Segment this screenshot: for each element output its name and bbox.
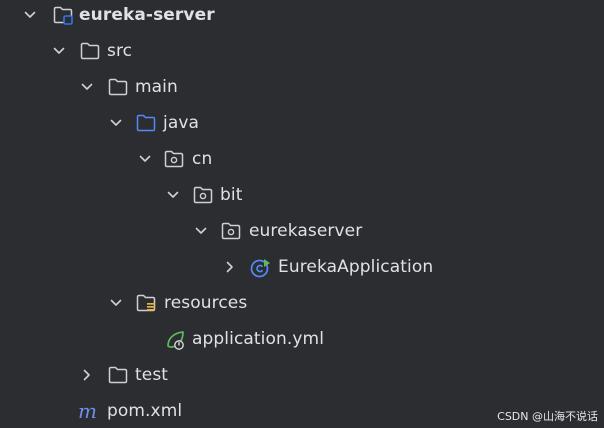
tree-item-label: eurekaserver: [249, 221, 363, 241]
package-icon: [163, 148, 185, 170]
tree-item-label: eureka-server: [79, 5, 215, 25]
package-icon: [192, 184, 214, 206]
tree-item-label: src: [107, 41, 133, 61]
module-folder-icon: [52, 4, 74, 26]
chevron-down-icon[interactable]: [107, 294, 125, 312]
tree-item-java[interactable]: java: [0, 105, 604, 141]
chevron-right-icon[interactable]: [78, 366, 96, 384]
tree-item-label: test: [135, 365, 169, 385]
tree-item-label: application.yml: [192, 329, 325, 349]
chevron-down-icon[interactable]: [78, 78, 96, 96]
tree-item-main[interactable]: main: [0, 69, 604, 105]
source-root-folder-icon: [135, 112, 157, 134]
tree-item-eurekaserver[interactable]: eurekaserver: [0, 213, 604, 249]
chevron-down-icon[interactable]: [107, 114, 125, 132]
tree-item-label: bit: [220, 185, 243, 205]
spring-boot-class-icon: [249, 256, 271, 278]
maven-icon: m: [78, 400, 100, 422]
chevron-down-icon[interactable]: [50, 42, 68, 60]
tree-item-resources[interactable]: resources: [0, 285, 604, 321]
spring-yml-icon: [164, 328, 186, 350]
chevron-down-icon[interactable]: [136, 150, 154, 168]
tree-item-bit[interactable]: bit: [0, 177, 604, 213]
tree-item-label: cn: [192, 149, 213, 169]
tree-item-label: EurekaApplication: [278, 257, 434, 277]
resources-folder-icon: [135, 292, 157, 314]
svg-text:m: m: [78, 400, 97, 422]
chevron-down-icon[interactable]: [21, 6, 39, 24]
folder-icon: [107, 76, 129, 98]
tree-item-label: java: [163, 113, 200, 133]
tree-item-src[interactable]: src: [0, 33, 604, 69]
tree-item-test[interactable]: test: [0, 357, 604, 393]
folder-icon: [107, 364, 129, 386]
tree-item-eureka-application[interactable]: EurekaApplication: [0, 249, 604, 285]
watermark: CSDN @山海不说话: [497, 410, 598, 423]
tree-item-label: resources: [164, 293, 248, 313]
tree-item-application-yml[interactable]: application.yml: [0, 321, 604, 357]
tree-item-eureka-server[interactable]: eureka-server: [0, 0, 604, 33]
chevron-right-icon[interactable]: [221, 258, 239, 276]
tree-item-label: main: [135, 77, 178, 97]
project-tree: eureka-server src main java cn bit eurek…: [0, 0, 604, 428]
chevron-down-icon[interactable]: [192, 222, 210, 240]
tree-item-label: pom.xml: [107, 401, 183, 421]
tree-item-cn[interactable]: cn: [0, 141, 604, 177]
folder-icon: [79, 40, 101, 62]
chevron-down-icon[interactable]: [164, 186, 182, 204]
package-icon: [220, 220, 242, 242]
